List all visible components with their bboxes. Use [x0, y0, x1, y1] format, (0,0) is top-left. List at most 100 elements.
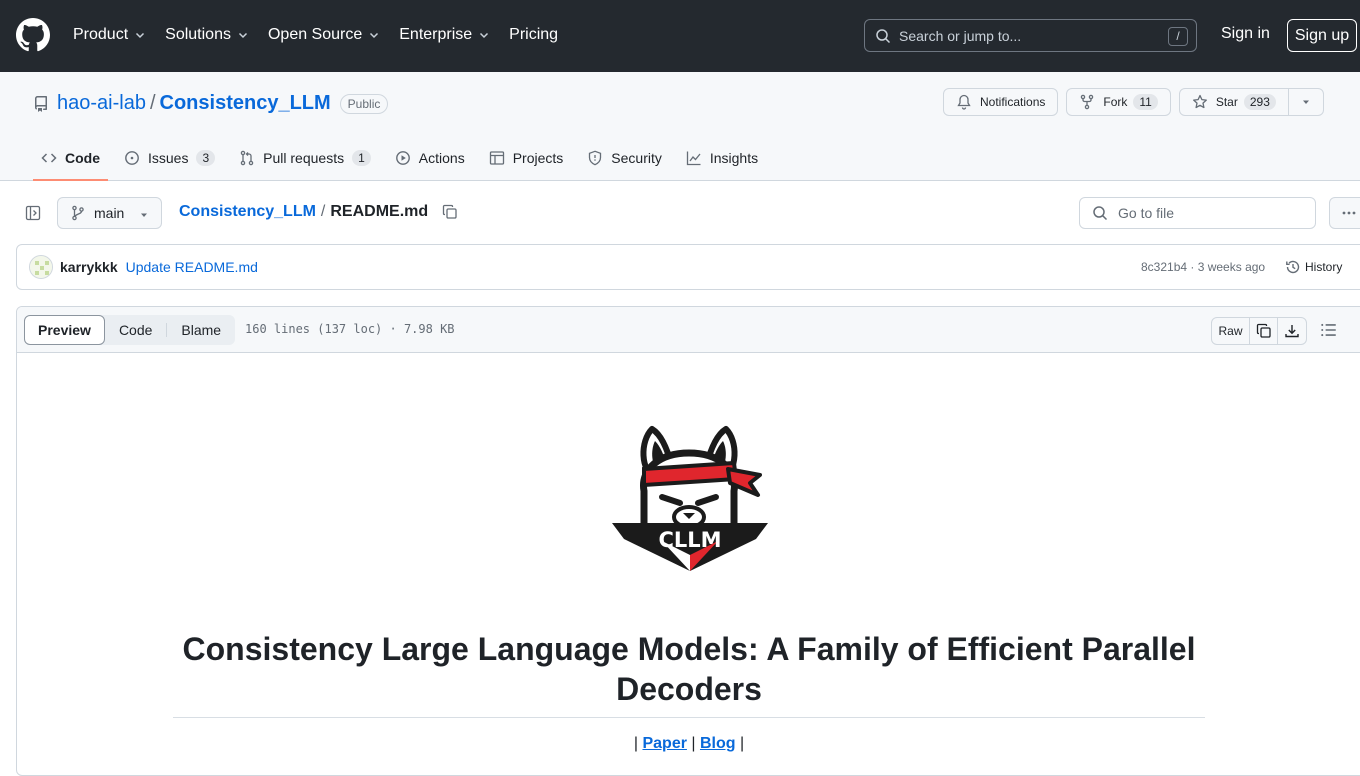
issue-icon	[125, 151, 139, 165]
commit-author-link[interactable]: karrykkk	[60, 259, 118, 275]
notifications-button[interactable]: Notifications	[943, 88, 1059, 116]
search-placeholder: Search or jump to...	[899, 27, 1022, 44]
view-mode-switch: Preview Code Blame	[24, 315, 236, 345]
tab-security-label: Security	[611, 150, 662, 166]
chevron-down-icon	[370, 32, 379, 39]
paper-link[interactable]: Paper	[642, 735, 686, 752]
tab-actions[interactable]: Actions	[387, 136, 473, 180]
nav-solutions-label: Solutions	[165, 26, 231, 43]
visibility-badge: Public	[339, 93, 389, 114]
preview-mode-button[interactable]: Preview	[24, 315, 105, 345]
file-size-info: 160 lines (137 loc) · 7.98 KB	[245, 322, 455, 336]
nav-open-source[interactable]: Open Source	[268, 24, 380, 46]
nav-pricing[interactable]: Pricing	[509, 24, 558, 46]
tab-insights[interactable]: Insights	[678, 136, 766, 180]
raw-button[interactable]: Raw	[1212, 318, 1250, 344]
readme-title: Consistency Large Language Models: A Fam…	[182, 631, 1196, 707]
tab-code[interactable]: Code	[33, 136, 108, 181]
copy-path-icon[interactable]	[442, 204, 458, 220]
readme-links: | Paper | Blog |	[17, 735, 1360, 753]
search-shortcut-key: /	[1168, 27, 1188, 46]
blog-link[interactable]: Blog	[700, 735, 736, 752]
fork-label: Fork	[1103, 95, 1128, 109]
blame-mode-button[interactable]: Blame	[167, 315, 235, 345]
latest-commit-bar: karrykkk Update README.md 8c321b4 · 3 we…	[16, 244, 1360, 290]
bell-icon	[957, 94, 971, 110]
history-label: History	[1305, 260, 1343, 274]
avatar[interactable]	[29, 255, 53, 279]
github-logo-icon[interactable]	[16, 18, 50, 52]
file-tree-toggle-button[interactable]	[17, 197, 49, 229]
logo-wordmark: CLLM	[658, 528, 721, 552]
code-icon	[41, 153, 57, 163]
repo-title: hao-ai-lab / Consistency_LLM Public	[33, 92, 389, 115]
star-button-group: Star 293	[1178, 88, 1324, 116]
kebab-horizontal-icon	[1342, 211, 1356, 215]
code-mode-button[interactable]: Code	[105, 315, 166, 345]
global-header: Product Solutions Open Source Enterprise…	[0, 0, 1360, 72]
star-dropdown-button[interactable]	[1289, 89, 1323, 115]
nav-open-source-label: Open Source	[267, 26, 363, 43]
nav-solutions[interactable]: Solutions	[165, 24, 249, 46]
nav-pricing-label: Pricing	[509, 26, 559, 43]
play-icon	[395, 151, 410, 165]
repo-icon	[34, 95, 47, 112]
tab-security[interactable]: Security	[579, 136, 670, 180]
fork-button[interactable]: Fork 11	[1066, 88, 1171, 116]
pull-request-icon	[240, 150, 254, 166]
repo-name-link[interactable]: Consistency_LLM	[160, 92, 331, 115]
tab-insights-label: Insights	[709, 150, 759, 166]
caret-down-icon	[141, 213, 147, 217]
commit-message-link[interactable]: Update README.md	[126, 259, 258, 275]
sign-up-button[interactable]: Sign up	[1287, 19, 1357, 52]
star-icon	[1192, 94, 1207, 109]
tab-issues[interactable]: Issues 3	[116, 136, 223, 180]
table-icon	[489, 151, 504, 165]
tab-code-label: Code	[65, 150, 100, 166]
more-options-button[interactable]	[1329, 197, 1360, 229]
star-count: 293	[1243, 94, 1276, 110]
nav-product-label: Product	[73, 26, 129, 43]
tab-pull-requests[interactable]: Pull requests 1	[231, 136, 379, 180]
go-to-file-placeholder: Go to file	[1118, 205, 1175, 221]
nav-enterprise[interactable]: Enterprise	[399, 24, 490, 46]
links-separator: |	[686, 735, 700, 752]
nav-product[interactable]: Product	[73, 24, 146, 46]
shield-icon	[589, 150, 602, 166]
fork-count: 11	[1133, 94, 1158, 110]
links-suffix: |	[735, 735, 745, 752]
sign-in-link[interactable]: Sign in	[1221, 25, 1270, 43]
repo-path-separator: /	[149, 92, 156, 114]
tab-pull-requests-label: Pull requests	[263, 150, 345, 166]
download-raw-button[interactable]	[1278, 318, 1306, 344]
global-search-input[interactable]: Search or jump to... /	[864, 19, 1197, 52]
graph-icon	[686, 151, 701, 166]
tab-actions-label: Actions	[418, 150, 465, 166]
star-button[interactable]: Star 293	[1180, 89, 1289, 115]
branch-icon	[72, 205, 84, 221]
raw-actions-group: Raw	[1211, 317, 1307, 345]
download-icon	[1285, 325, 1299, 338]
repo-tabs: Code Issues 3 Pull requests 1 Actions Pr…	[33, 136, 774, 181]
commit-sha-and-time[interactable]: 8c321b4 · 3 weeks ago	[1141, 260, 1265, 274]
tab-projects[interactable]: Projects	[481, 136, 572, 180]
notifications-label: Notifications	[980, 95, 1046, 109]
tab-projects-label: Projects	[512, 150, 564, 166]
global-nav: Product Solutions Open Source Enterprise…	[73, 24, 577, 46]
repo-actions: Notifications Fork 11 Star 293	[943, 88, 1324, 116]
nav-enterprise-label: Enterprise	[399, 26, 473, 43]
copy-raw-button[interactable]	[1250, 318, 1278, 344]
repo-header: hao-ai-lab / Consistency_LLM Public Noti…	[0, 72, 1360, 181]
chevron-down-icon	[136, 32, 145, 39]
branch-select-button[interactable]: main	[57, 197, 162, 229]
search-icon	[876, 28, 891, 43]
repo-owner-link[interactable]: hao-ai-lab	[57, 92, 146, 115]
file-toolbar: Preview Code Blame 160 lines (137 loc) ·…	[17, 307, 1360, 353]
star-label: Star	[1215, 95, 1238, 109]
search-icon	[1093, 206, 1108, 221]
fork-icon	[1081, 94, 1094, 110]
breadcrumb-repo-link[interactable]: Consistency_LLM	[179, 203, 316, 221]
history-button[interactable]: History	[1285, 259, 1342, 275]
outline-list-icon[interactable]	[1320, 321, 1338, 339]
go-to-file-input[interactable]: Go to file	[1079, 197, 1316, 229]
